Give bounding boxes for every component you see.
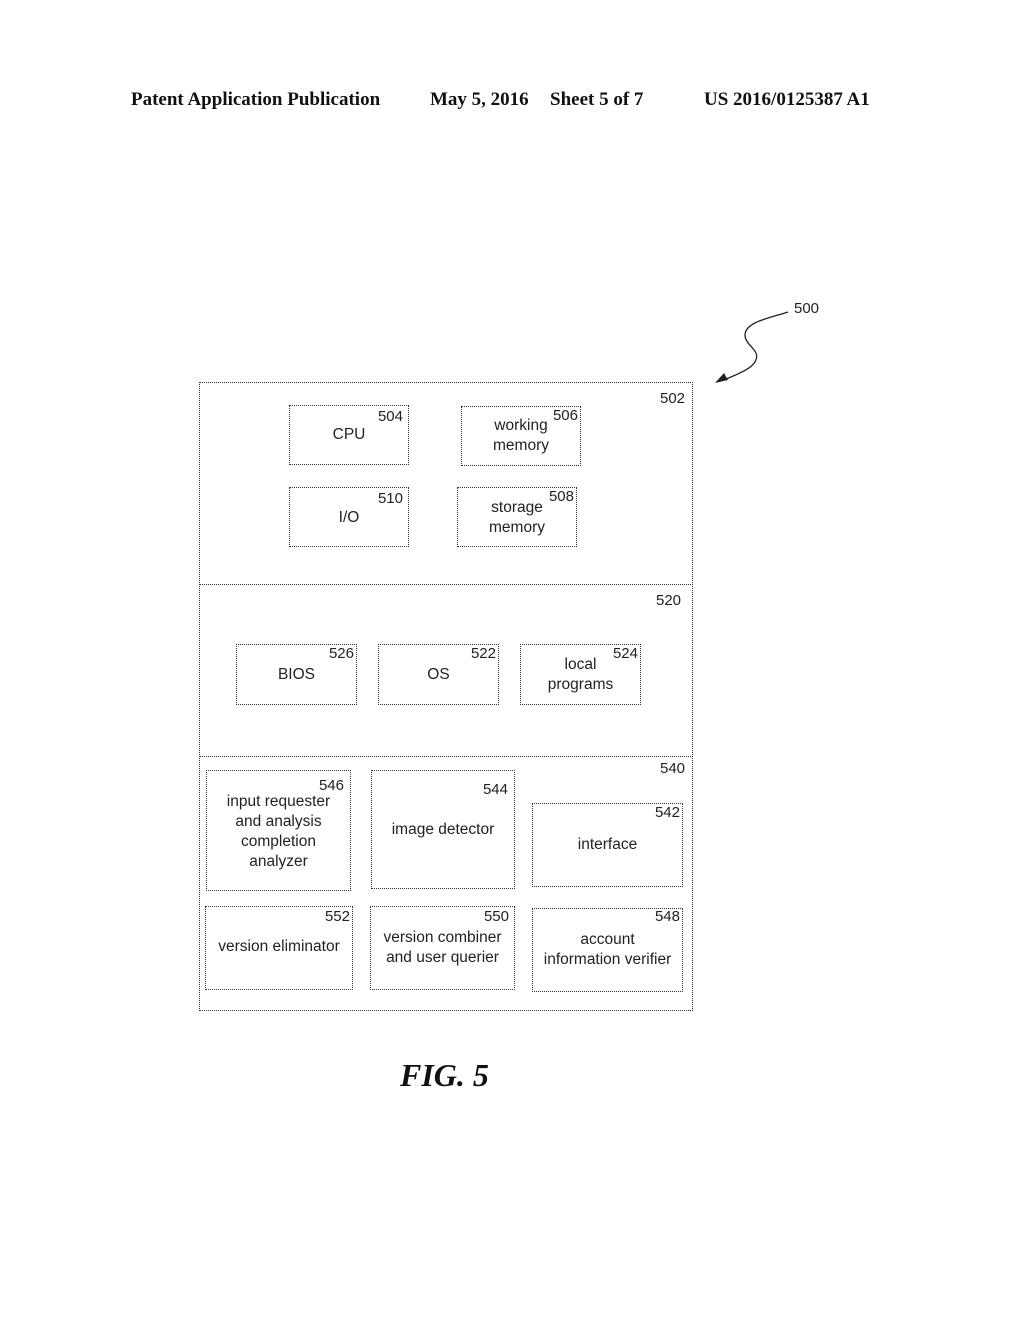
leader-arrow-icon [715, 311, 789, 383]
block-ref: 542 [654, 804, 680, 821]
section-ref-520: 520 [656, 592, 682, 609]
block-ref: 526 [328, 645, 354, 662]
section-ref-502: 502 [660, 390, 686, 407]
block-input-requester: 546 input requester and analysis complet… [206, 770, 351, 891]
block-label: version combiner and user querier [383, 929, 502, 966]
block-account-verifier: 548 account information verifier [532, 908, 683, 992]
block-image-detector: 544 image detector [371, 770, 515, 889]
block-label: CPU [332, 426, 366, 443]
block-ref: 544 [482, 781, 508, 798]
block-ref: 548 [654, 908, 680, 925]
block-label: account information verifier [543, 931, 672, 968]
block-ref: 550 [483, 908, 509, 925]
figure-caption: FIG. 5 [400, 1057, 489, 1093]
block-label: image detector [391, 821, 495, 838]
block-os: 522 OS [378, 644, 499, 705]
block-label: storage memory [489, 499, 545, 536]
block-cpu: 504 CPU [289, 405, 409, 465]
block-working-memory: 506 working memory [461, 406, 581, 466]
block-bios: 526 BIOS [236, 644, 357, 705]
patent-number: US 2016/0125387 A1 [704, 89, 870, 110]
block-ref: 522 [470, 645, 496, 662]
block-label: I/O [338, 509, 360, 526]
block-label: input requester and analysis completion … [226, 793, 331, 870]
block-label: interface [577, 836, 638, 853]
sheet-number: Sheet 5 of 7 [550, 89, 644, 110]
section-502 [199, 382, 693, 585]
block-version-combiner: 550 version combiner and user querier [370, 906, 515, 990]
block-version-eliminator: 552 version eliminator [205, 906, 353, 990]
block-interface: 542 interface [532, 803, 683, 887]
block-label: version eliminator [218, 938, 340, 955]
block-local-programs: 524 local programs [520, 644, 641, 705]
block-io: 510 I/O [289, 487, 409, 547]
block-ref: 510 [377, 490, 403, 507]
block-storage-memory: 508 storage memory [457, 487, 577, 547]
publication-title: Patent Application Publication [131, 89, 381, 110]
block-label: local programs [547, 656, 614, 693]
block-label: BIOS [277, 666, 316, 683]
section-ref-540: 540 [660, 760, 686, 777]
block-label: working memory [493, 417, 549, 454]
block-label: OS [427, 666, 450, 683]
publication-date: May 5, 2016 [430, 89, 529, 110]
block-ref: 504 [377, 408, 403, 425]
block-ref: 552 [324, 908, 350, 925]
